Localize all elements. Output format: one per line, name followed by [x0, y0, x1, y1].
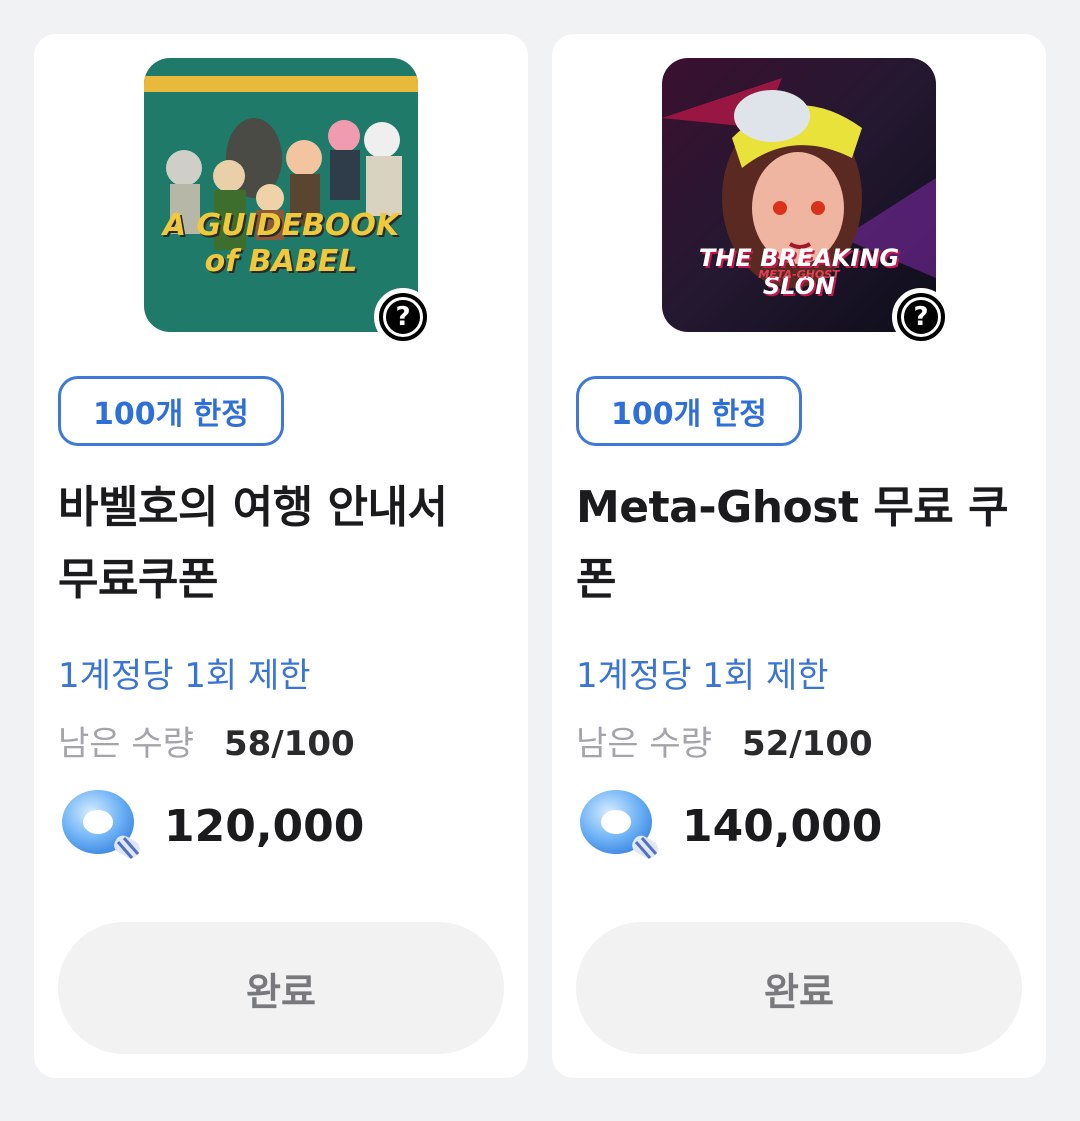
game-thumbnail-babel[interactable]: A GUIDEBOOK of BABEL: [144, 58, 418, 332]
limited-badge: 100개 한정: [576, 376, 802, 446]
remaining-quantity: 남은 수량 58/100: [58, 716, 355, 765]
coupon-card-meta-ghost[interactable]: THE BREAKING SLON META-GHOST ? 100개 한정 M…: [552, 34, 1046, 1078]
remaining-quantity: 남은 수량 52/100: [576, 716, 873, 765]
coupon-card-babel[interactable]: A GUIDEBOOK of BABEL ? 100개 한정 바벨호의 여행 안…: [34, 34, 528, 1078]
meta-ghost-logo-subtext: META-GHOST: [758, 268, 840, 281]
question-mark-icon: ?: [901, 297, 941, 337]
question-mark-icon: ?: [383, 297, 423, 337]
price-row: 120,000: [58, 780, 364, 872]
account-limit-text: 1계정당 1회 제한: [576, 656, 829, 696]
coupon-grid: A GUIDEBOOK of BABEL ? 100개 한정 바벨호의 여행 안…: [34, 34, 1046, 1078]
complete-button[interactable]: 완료: [576, 922, 1022, 1054]
babel-logo-text: A GUIDEBOOK of BABEL: [162, 208, 400, 279]
coupon-title: Meta-Ghost 무료 쿠폰: [576, 482, 1009, 605]
babel-artwork: [144, 58, 418, 332]
limited-badge: 100개 한정: [58, 376, 284, 446]
price-row: 140,000: [576, 780, 882, 872]
remaining-value: 58/100: [223, 724, 355, 764]
game-thumbnail-meta-ghost[interactable]: THE BREAKING SLON META-GHOST: [662, 58, 936, 332]
remaining-label: 남은 수량: [58, 724, 194, 764]
price-value: 120,000: [164, 800, 365, 852]
help-icon[interactable]: ?: [374, 288, 432, 346]
blue-ring-currency-icon: [580, 790, 658, 859]
thumbnail-container: A GUIDEBOOK of BABEL ?: [144, 58, 432, 346]
help-icon[interactable]: ?: [892, 288, 950, 346]
price-value: 140,000: [682, 800, 883, 852]
coupon-title: 바벨호의 여행 안내서 무료쿠폰: [58, 482, 448, 605]
thumbnail-container: THE BREAKING SLON META-GHOST ?: [662, 58, 950, 346]
complete-button[interactable]: 완료: [58, 922, 504, 1054]
account-limit-text: 1계정당 1회 제한: [58, 656, 311, 696]
remaining-label: 남은 수량: [576, 724, 712, 764]
remaining-value: 52/100: [741, 724, 873, 764]
blue-ring-currency-icon: [62, 790, 140, 859]
